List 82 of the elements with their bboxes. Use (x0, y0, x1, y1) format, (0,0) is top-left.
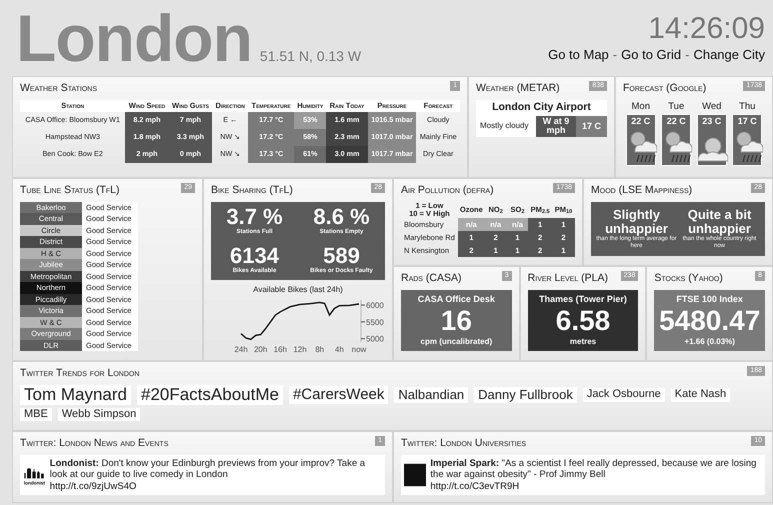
reading-unit: cpm (uncalibrated) (420, 336, 494, 348)
panel-title: Twitter Trends for London (20, 366, 140, 381)
tweet-text: Londonist: Don't know your Edinburgh previews from your improv? Take a look at our guide to live comedy in London (50, 458, 366, 480)
sun-cloud-rain-icon (666, 131, 692, 162)
photo-placeholder (404, 464, 426, 486)
reading-label: CASA Office Desk (416, 292, 496, 306)
trend-link[interactable]: #CarersWeek (288, 386, 388, 404)
mood-headline: Quite a bit unhappier (688, 208, 752, 236)
trend-link[interactable]: Jack Osbourne (582, 388, 665, 402)
axis-tick-label: 16h (274, 344, 288, 354)
panel-title: Forecast (Google) (623, 81, 706, 96)
day-label: Tue (668, 100, 684, 114)
weather-condition: Mostly cloudy (479, 120, 530, 132)
mood-headline: Slightly unhappier (605, 208, 669, 236)
coordinates: 51.51 N, 0.13 W (260, 47, 362, 66)
forecast-temperature: 23 C (701, 115, 722, 128)
tweet-link[interactable]: http://t.co/9zjUwS4O (50, 480, 136, 492)
chart-title: Available Bikes (last 24h) (252, 284, 344, 296)
sun-cloud-rain-icon (736, 131, 764, 162)
trend-link[interactable]: Kate Nash (670, 388, 730, 402)
stat-value: 589 (323, 244, 360, 267)
trend-link[interactable]: #20FactsAboutMe (136, 384, 283, 406)
forecast-temperature: 22 C (666, 115, 687, 128)
sun-cloud-icon (698, 137, 728, 161)
day-label: Thu (739, 100, 756, 114)
skyline-icon (24, 468, 44, 478)
tick-mark (360, 338, 366, 339)
panel-title: Bike Sharing (TfL) (211, 183, 293, 198)
panel-title: Weather Stations (20, 81, 97, 96)
axis-tick-label: 12h (293, 344, 307, 354)
nav-link[interactable]: Go to Map (548, 44, 609, 64)
tick-mark (360, 304, 366, 306)
axis-tick-label: 5500 (366, 318, 384, 327)
nav-link[interactable]: Change City (693, 44, 765, 64)
nav-link[interactable]: Go to Grid (621, 44, 682, 64)
tick-mark (360, 321, 366, 322)
trend-link[interactable]: Tom Maynard (20, 384, 131, 406)
panel-title: Twitter: London News and Events (20, 436, 168, 451)
sun-cloud-rain-icon (630, 131, 657, 162)
panel-title: Weather (METAR) (476, 81, 560, 96)
axis-tick-label: 4h (334, 344, 344, 354)
axis-tick-label: now (352, 344, 366, 354)
tweet-link[interactable]: http://t.co/C3evTR9H (430, 480, 520, 492)
stat-value: 8.6 % (312, 206, 371, 228)
day-label: Wed (702, 100, 722, 114)
day-label: Mon (632, 100, 650, 114)
panel-title: Air Pollution (defra) (401, 183, 494, 198)
trend-link[interactable]: Nalbandian (394, 387, 468, 403)
tweet-text: Imperial Spark: "As a scientist I feel really depressed, because we are losing the war against obesity" - Prof Jimmy Bell (430, 458, 756, 480)
forecast-temperature: 17 C (736, 115, 758, 128)
panel-title: Mood (LSE Mappiness) (591, 183, 692, 198)
reading-value: 16 (440, 306, 473, 336)
axis-tick-label: 8h (315, 344, 324, 354)
separator: - (612, 46, 618, 64)
axis-tick-label: 20h (254, 344, 268, 354)
reading-unit: +1.66 (0.03%) (683, 336, 736, 348)
axis-tick-label: 5000 (366, 334, 384, 344)
panel-title: Tube Line Status (TfL) (20, 183, 120, 198)
panel-title: Stocks (Yahoo) (654, 271, 723, 286)
wind-reading: W at 9 mph (536, 116, 576, 138)
forecast-temperature: 22 C (630, 115, 652, 128)
trend-link[interactable]: Webb Simpson (58, 408, 140, 422)
reading-label: Thames (Tower Pier) (538, 292, 628, 306)
reading-value: 6.58 (554, 306, 612, 336)
axis-tick-label: 6000 (366, 300, 384, 310)
panel-title: Twitter: London Universities (401, 436, 526, 451)
axis-tick-label: 24h (234, 344, 248, 354)
stat-value: 6134 (229, 244, 280, 267)
reading-value: 5480.47 (658, 306, 762, 336)
reading-label: FTSE 100 Index (675, 292, 744, 306)
stat-value: 3.7 % (225, 206, 284, 228)
clock-time: 14:26:09 (648, 12, 765, 45)
temperature-reading: 17 C (576, 116, 607, 138)
reading-unit: metres (568, 336, 598, 348)
trend-link[interactable]: Danny Fullbrook (474, 387, 577, 403)
station-name: London City Airport (491, 100, 592, 115)
panel-title: Rads (CASA) (401, 271, 462, 286)
separator: - (685, 46, 690, 64)
city-name: London (16, 5, 252, 71)
axis-line (360, 299, 362, 342)
panel-title: River Level (PLA) (528, 271, 608, 286)
trend-link[interactable]: MBE (20, 408, 52, 422)
